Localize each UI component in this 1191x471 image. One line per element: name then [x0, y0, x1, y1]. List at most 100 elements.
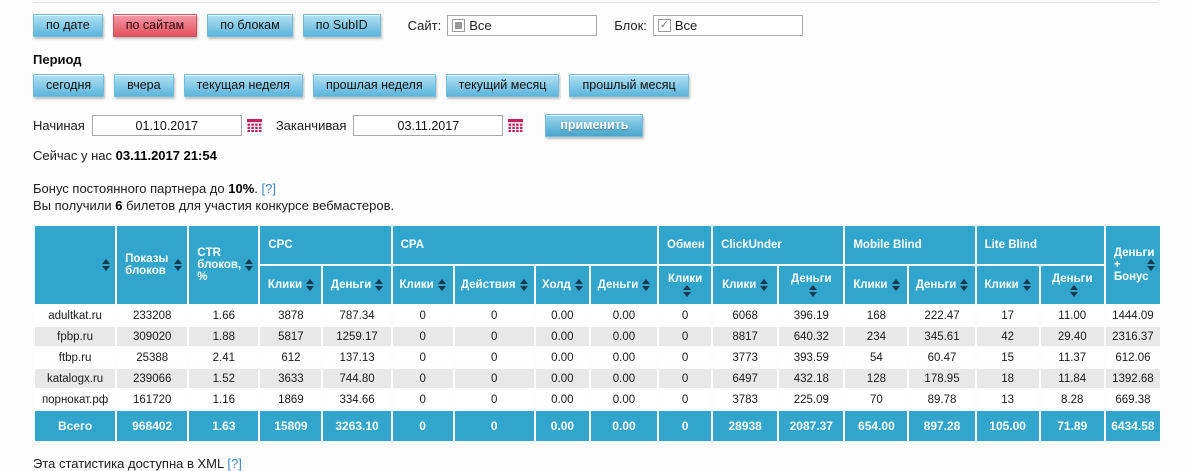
table-cell: 71.89 [1041, 411, 1104, 441]
table-cell: 640.32 [779, 327, 843, 346]
sort-icon[interactable] [245, 259, 253, 271]
xml-help-link[interactable]: [?] [227, 456, 241, 471]
table-cell: 1.52 [189, 369, 258, 388]
table-cell: 0 [393, 411, 453, 441]
xml-footer: Эта статистика доступна в XML [?] [33, 456, 1191, 471]
table-cell: 8817 [713, 327, 777, 346]
table-cell: 29.40 [1041, 327, 1104, 346]
calendar-icon[interactable] [508, 119, 523, 132]
table-cell: 11.00 [1041, 306, 1104, 325]
tickets-value: 6 [115, 198, 122, 213]
sort-icon[interactable] [960, 279, 968, 291]
table-cell: 0 [659, 369, 711, 388]
table-cell: 787.34 [323, 306, 390, 325]
row-label: fpbp.ru [35, 327, 115, 346]
table-row: adultkat.ru2332081.663878787.34000.000.0… [35, 306, 1160, 325]
tab-by-blocks[interactable]: по блокам [207, 14, 292, 37]
table-cell: 70 [845, 390, 907, 409]
bonus-help-link[interactable]: [?] [262, 181, 276, 196]
table-cell: 137.13 [323, 348, 390, 367]
checkbox-checked-icon: ✓ [658, 19, 671, 32]
block-filter-select[interactable]: ✓ Все [653, 15, 803, 36]
period-current-month-button[interactable]: текущий месяц [446, 74, 560, 97]
date-range-row: Начиная Заканчивая [33, 114, 1191, 137]
table-cell: 15809 [260, 411, 321, 441]
period-last-week-button[interactable]: прошлая неделя [313, 74, 436, 97]
table-cell: 0 [393, 327, 453, 346]
sort-icon[interactable] [174, 259, 182, 271]
table-cell: 54 [845, 348, 907, 367]
period-last-month-button[interactable]: прошлый месяц [569, 74, 688, 97]
mobile-money-header: Деньги [909, 266, 974, 304]
tab-by-sites[interactable]: по сайтам [113, 14, 198, 37]
sort-icon[interactable] [306, 279, 314, 291]
table-cell: 89.78 [909, 390, 974, 409]
table-cell: 654.00 [845, 411, 907, 441]
table-cell: 1.63 [189, 411, 258, 441]
period-today-button[interactable]: сегодня [33, 74, 104, 97]
cpc-money-header: Деньги [323, 266, 390, 304]
sort-icon[interactable] [575, 279, 583, 291]
period-current-week-button[interactable]: текущая неделя [184, 74, 303, 97]
site-filter-label: Сайт: [408, 18, 442, 33]
table-row: ftbp.ru253882.41612137.13000.000.0003773… [35, 348, 1160, 367]
table-cell: 0 [393, 369, 453, 388]
obmen-clicks-header: Клики [659, 266, 711, 304]
table-cell: 2316.37 [1106, 327, 1160, 346]
clickunder-money-header: Деньги [779, 266, 843, 304]
sort-icon[interactable] [760, 279, 768, 291]
lite-money-header: Деньги [1041, 266, 1104, 304]
lite-clicks-header: Клики [977, 266, 1039, 304]
tickets-line: Вы получили 6 билетов для участия конкур… [33, 197, 1191, 214]
table-cell: 6068 [713, 306, 777, 325]
site-filter-select[interactable]: Все [447, 15, 597, 36]
table-cell: 1869 [260, 390, 321, 409]
sort-icon[interactable] [375, 279, 383, 291]
table-cell: 13 [977, 390, 1039, 409]
sort-icon[interactable] [642, 279, 650, 291]
table-cell: 612.06 [1106, 348, 1160, 367]
calendar-icon[interactable] [247, 119, 262, 132]
table-cell: 0.00 [536, 369, 589, 388]
top-divider [33, 2, 1158, 3]
table-cell: 42 [977, 327, 1039, 346]
tab-by-date[interactable]: по дате [33, 14, 103, 37]
bonus-block: Бонус постоянного партнера до 10%. [?] В… [33, 180, 1191, 214]
row-label: Всего [35, 411, 115, 441]
checkbox-indeterminate-icon [452, 19, 465, 32]
table-cell: 17 [977, 306, 1039, 325]
table-cell: 168 [845, 306, 907, 325]
period-yesterday-button[interactable]: вчера [114, 74, 173, 97]
start-date-input[interactable] [92, 115, 242, 136]
sort-icon[interactable] [892, 279, 900, 291]
sort-icon[interactable] [1023, 279, 1031, 291]
sort-icon[interactable] [438, 279, 446, 291]
sort-icon[interactable] [520, 279, 528, 291]
table-cell: 6434.58 [1106, 411, 1160, 441]
table-body: adultkat.ru2332081.663878787.34000.000.0… [35, 306, 1160, 441]
table-cell: 3783 [713, 390, 777, 409]
table-cell: 1.88 [189, 327, 258, 346]
apply-button[interactable]: применить [545, 114, 643, 137]
table-cell: 3263.10 [323, 411, 390, 441]
table-cell: 178.95 [909, 369, 974, 388]
end-date-input[interactable] [353, 115, 503, 136]
table-cell: 0 [659, 306, 711, 325]
table-cell: 5817 [260, 327, 321, 346]
sort-icon[interactable] [1070, 285, 1078, 297]
table-cell: 0 [455, 306, 534, 325]
table-cell: 0 [455, 327, 534, 346]
sort-icon[interactable] [683, 285, 691, 297]
tab-by-subid[interactable]: по SubID [303, 14, 381, 37]
row-label: katalogx.ru [35, 369, 115, 388]
sort-icon[interactable] [809, 285, 817, 297]
sort-icon[interactable] [1147, 259, 1155, 271]
impressions-column-header: Показы блоков [117, 226, 187, 304]
sort-icon[interactable] [102, 259, 110, 271]
table-cell: 0 [455, 348, 534, 367]
table-cell: 0.00 [591, 327, 657, 346]
table-cell: 345.61 [909, 327, 974, 346]
bonus-text: Бонус постоянного партнера до [33, 181, 225, 196]
table-cell: 3878 [260, 306, 321, 325]
cpc-clicks-header: Клики [260, 266, 321, 304]
